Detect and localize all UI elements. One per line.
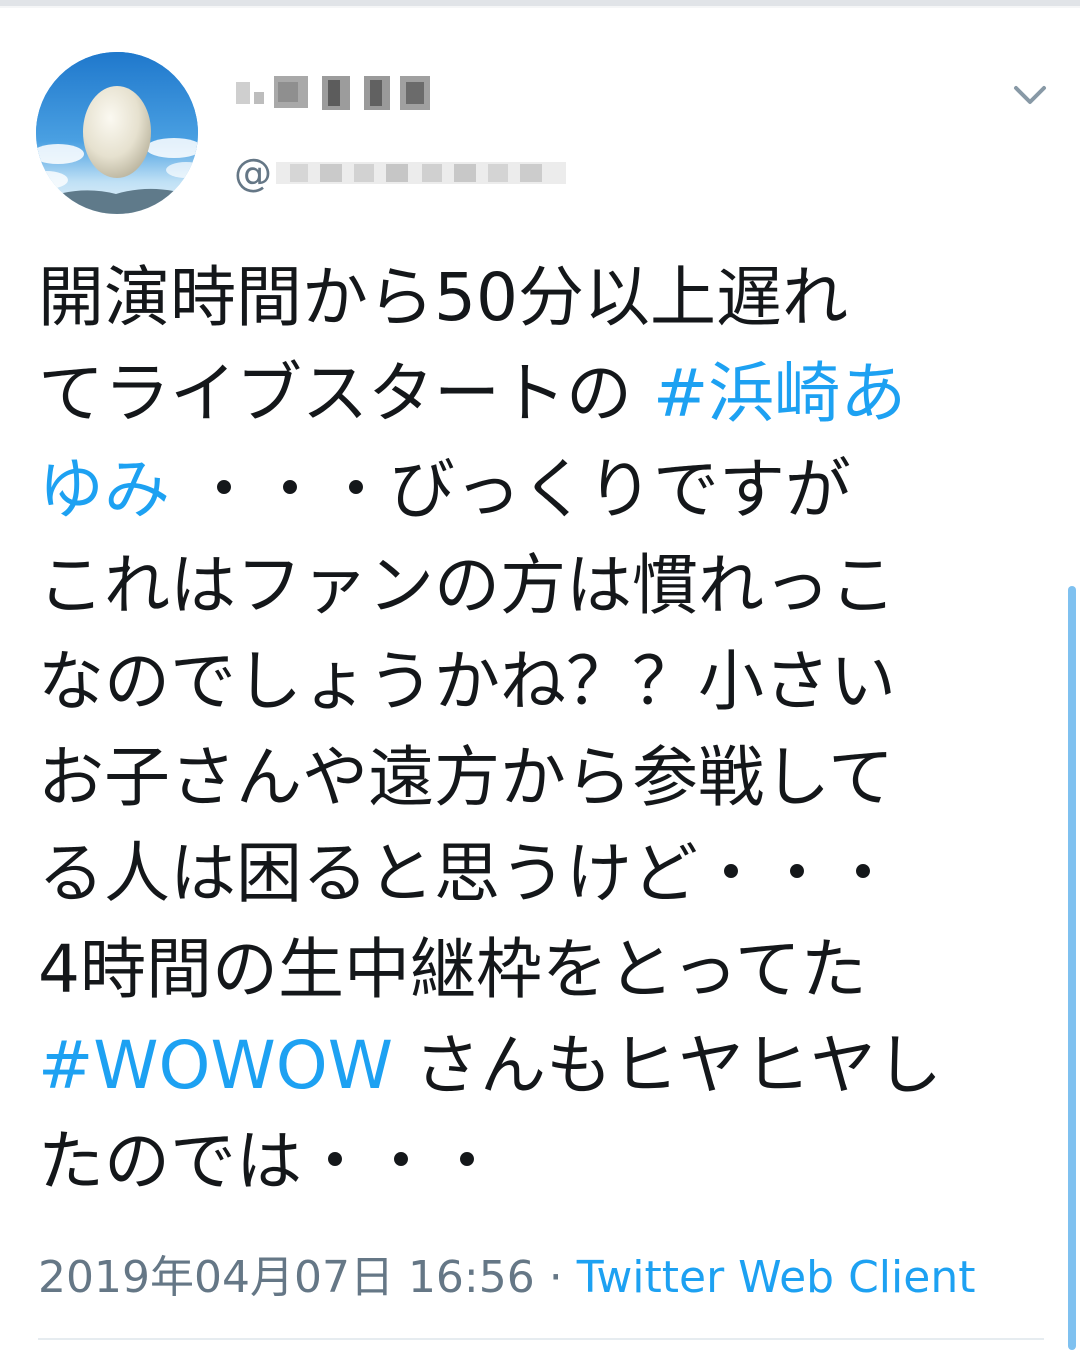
divider (38, 1338, 1044, 1340)
avatar[interactable] (36, 52, 198, 214)
scrollbar[interactable] (1068, 586, 1076, 1350)
tweet-meta: 2019年04月07日 16:56 · Twitter Web Client (38, 1246, 975, 1310)
tweet-text-segment: ・・・びっくりですが (170, 451, 851, 528)
hashtag-link[interactable]: #WOWOW (38, 1027, 393, 1104)
tweet-text-line: なのでしょうかね？？小さい (38, 634, 1038, 730)
tweet-text-line: る人は困ると思うけど・・・ (38, 826, 1038, 922)
tweet-text-line: ゆみ ・・・びっくりですが (38, 442, 1038, 538)
tweet-text-segment: てライブスタートの (38, 355, 653, 432)
handle-at-sign: @ (234, 151, 272, 195)
tweet-text: 開演時間から50分以上遅れ てライブスタートの #浜崎あ ゆみ ・・・びっくりですが… (38, 250, 1038, 1210)
tweet-text-line: お子さんや遠方から参戦して (38, 730, 1038, 826)
tweet-text-segment: お子さんや遠方から参戦して (38, 739, 895, 816)
tweet-text-segment: 開演時間から50分以上遅れ (38, 259, 848, 336)
tweet-text-line: 4時間の生中継枠をとってた (38, 922, 1038, 1018)
handle-blurred (276, 162, 566, 184)
hashtag-link[interactable]: #浜崎あ (653, 355, 906, 432)
tweet-text-segment: さんもヒヤヒヤし (392, 1027, 942, 1104)
tweet-text-line: たのでは・・・ (38, 1114, 1038, 1210)
tweet-text-segment: 4時間の生中継枠をとってた (38, 931, 867, 1008)
tweet-text-line: #WOWOW さんもヒヤヒヤし (38, 1018, 1038, 1114)
tweet-card: @ 開演時間から50分以上遅れ てライブスタートの #浜崎あ ゆみ ・・・びっくりで… (0, 8, 1080, 1350)
meta-separator: · (534, 1252, 577, 1303)
egg-avatar-image (36, 52, 198, 214)
handle[interactable]: @ (234, 148, 566, 198)
tweet-text-line: てライブスタートの #浜崎あ (38, 346, 1038, 442)
client-link[interactable]: Twitter Web Client (577, 1252, 976, 1303)
tweet-text-segment: る人は困ると思うけど・・・ (38, 835, 896, 912)
timestamp[interactable]: 2019年04月07日 16:56 (38, 1252, 535, 1303)
hashtag-link[interactable]: ゆみ (38, 451, 170, 528)
tweet-text-line: 開演時間から50分以上遅れ (38, 250, 1038, 346)
tweet-text-segment: たのでは・・・ (38, 1123, 500, 1200)
chevron-down-icon[interactable] (1010, 78, 1050, 110)
display-name-blurred[interactable] (236, 66, 436, 116)
tweet-text-segment: これはファンの方は慣れっこ (38, 547, 896, 624)
tweet-text-line: これはファンの方は慣れっこ (38, 538, 1038, 634)
tweet-text-segment: なのでしょうかね？？小さい (38, 643, 896, 720)
